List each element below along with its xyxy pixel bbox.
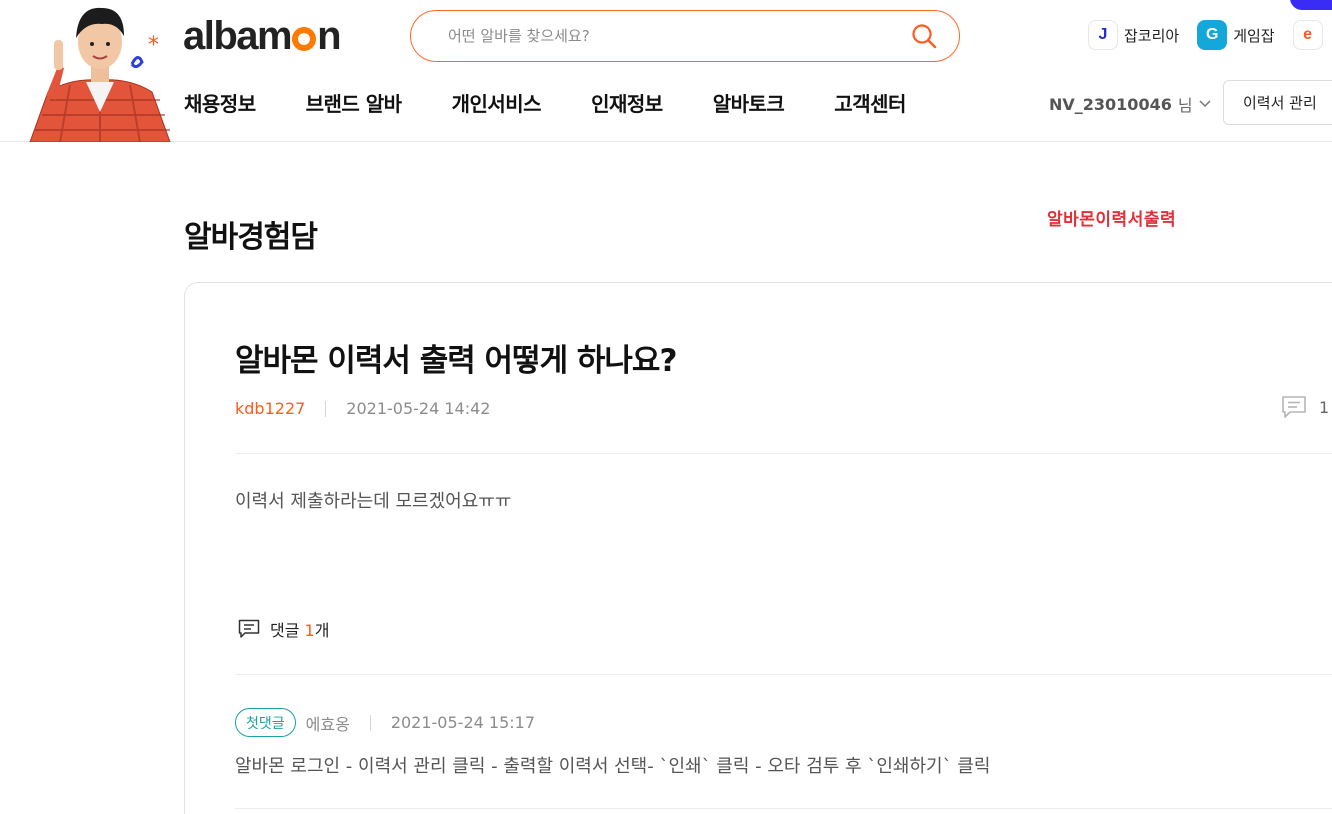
comment-date: 2021-05-24 15:17 (390, 713, 535, 732)
nav-item-jobs[interactable]: 채용정보 (184, 88, 256, 117)
family-site-icon: e (1292, 20, 1323, 50)
search-bar (410, 10, 960, 62)
nav-item-talent[interactable]: 인재정보 (591, 88, 663, 117)
chevron-down-icon (1199, 100, 1211, 108)
user-suffix: 님 (1177, 96, 1193, 115)
logo-text: n (317, 14, 341, 58)
resume-manage-button[interactable]: 이력서 관리 (1223, 80, 1332, 125)
family-link-other[interactable]: e (1292, 20, 1323, 50)
family-link-label: 게임잡 (1233, 26, 1275, 45)
comment-author[interactable]: 에효옹 (306, 711, 350, 735)
jobkorea-icon: J (1088, 20, 1118, 50)
albamon-logo[interactable]: albam n (183, 14, 342, 58)
corner-promo-pill[interactable] (1290, 0, 1332, 10)
family-link-jobkorea[interactable]: J 잡코리아 (1088, 20, 1179, 50)
nav-item-personal-service[interactable]: 개인서비스 (452, 88, 542, 117)
comment-icon (238, 619, 260, 638)
post-card: 알바몬 이력서 출력 어떻게 하나요? kdb1227 2021-05-24 1… (184, 282, 1332, 814)
post-meta: kdb1227 2021-05-24 14:42 (235, 399, 490, 418)
main-navigation: 채용정보 브랜드 알바 개인서비스 인재정보 알바토크 고객센터 (184, 88, 956, 117)
site-header: * albamn J 잡코리아 G 게임잡 (0, 0, 1332, 142)
nav-item-brand-alba[interactable]: 브랜드 알바 (306, 88, 402, 117)
comment-count-value: 1 (1319, 397, 1330, 417)
search-button[interactable] (899, 11, 949, 61)
divider (235, 808, 1332, 809)
nav-item-alba-talk[interactable]: 알바토크 (713, 88, 785, 117)
comment-meta: 첫댓글 에효옹 2021-05-24 15:17 (235, 708, 535, 737)
comments-header[interactable]: 댓글 1개 (238, 617, 329, 641)
user-id: NV_23010046 (1049, 94, 1172, 114)
logo-ring-icon (292, 27, 317, 51)
comment-icon (1282, 396, 1306, 418)
red-annotation: 알바몬이력서출력 (1047, 210, 1177, 230)
family-link-label: 잡코리아 (1124, 26, 1180, 45)
family-link-gamejob[interactable]: G 게임잡 (1197, 20, 1275, 50)
post-date: 2021-05-24 14:42 (346, 399, 491, 418)
family-site-links: J 잡코리아 G 게임잡 e (1088, 20, 1323, 50)
post-author[interactable]: kdb1227 (235, 399, 305, 418)
svg-text:*: * (148, 33, 159, 58)
mascot-illustration: * (20, 0, 180, 142)
user-menu[interactable]: NV_23010046 님 (1049, 92, 1211, 116)
gamejob-icon: G (1197, 20, 1228, 50)
search-icon (912, 24, 937, 49)
comments-label: 댓글 1개 (270, 621, 330, 640)
post-comment-count[interactable]: 1 (1281, 395, 1329, 419)
page: * albamn J 잡코리아 G 게임잡 (0, 0, 1332, 814)
logo-text: m (257, 14, 293, 58)
meta-separator (369, 714, 371, 731)
section-title: 알바경험담 (184, 220, 318, 255)
meta-separator (325, 400, 327, 417)
comment-text: 알바몬 로그인 - 이력서 관리 클릭 - 출력할 이력서 선택- `인쇄` 클… (235, 756, 991, 777)
post-title: 알바몬 이력서 출력 어떻게 하나요? (235, 343, 677, 379)
first-comment-badge: 첫댓글 (235, 708, 296, 737)
post-body: 이력서 제출하라는데 모르겠어요ㅠㅠ (235, 491, 512, 512)
divider (235, 453, 1332, 454)
divider (235, 674, 1332, 675)
nav-item-customer-center[interactable]: 고객센터 (834, 88, 906, 117)
logo-text: alba (183, 14, 259, 58)
search-input[interactable] (448, 27, 899, 45)
